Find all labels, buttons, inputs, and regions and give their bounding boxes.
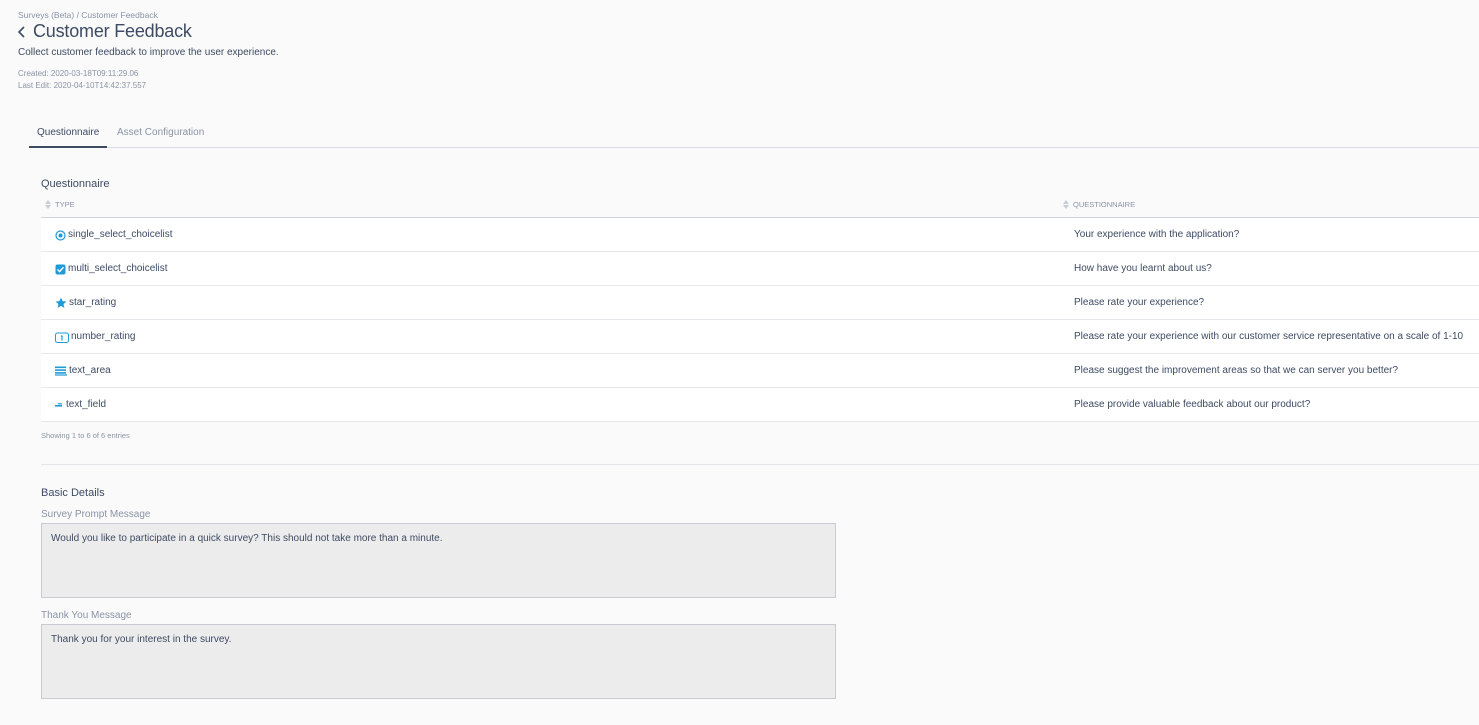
row-type: single_select_choicelist <box>68 229 173 240</box>
table-header: TYPE QUESTIONNAIRE <box>41 193 1479 218</box>
page-description: Collect customer feedback to improve the… <box>18 47 279 58</box>
row-type: number_rating <box>71 331 136 342</box>
survey-prompt-textarea[interactable]: Would you like to participate in a quick… <box>41 523 836 598</box>
table-row[interactable]: number_rating Please rate your experienc… <box>41 320 1479 354</box>
row-type: text_field <box>66 399 107 410</box>
table-row[interactable]: star_rating Please rate your experience? <box>41 286 1479 320</box>
row-question: Your experience with the application? <box>1074 229 1240 240</box>
row-question: Please provide valuable feedback about o… <box>1074 399 1311 410</box>
thank-you-label: Thank You Message <box>41 610 132 621</box>
last-edit-timestamp: Last Edit: 2020-04-10T14:42:37.557 <box>18 81 147 90</box>
created-timestamp: Created: 2020-03-18T09:11:29.06 <box>18 69 139 78</box>
questionnaire-section-title: Questionnaire <box>41 178 110 190</box>
table-row[interactable]: single_select_choicelist Your experience… <box>41 218 1479 252</box>
table-row[interactable]: text_area Please suggest the improvement… <box>41 354 1479 388</box>
column-header-questionnaire[interactable]: QUESTIONNAIRE <box>1063 200 1135 209</box>
text-field-icon <box>55 401 64 409</box>
table-row[interactable]: multi_select_choicelist How have you lea… <box>41 252 1479 286</box>
tab-questionnaire[interactable]: Questionnaire <box>29 123 108 148</box>
table-entries-info: Showing 1 to 6 of 6 entries <box>41 431 130 440</box>
basic-details-title: Basic Details <box>41 487 105 499</box>
chevron-left-icon[interactable] <box>17 22 31 42</box>
sort-icon <box>1063 200 1069 209</box>
breadcrumb[interactable]: Surveys (Beta) / Customer Feedback <box>18 10 158 20</box>
row-question: How have you learnt about us? <box>1074 263 1212 274</box>
questionnaire-table: TYPE QUESTIONNAIRE single_select_choicel… <box>41 193 1479 422</box>
star-icon <box>55 297 67 309</box>
thank-you-textarea[interactable]: Thank you for your interest in the surve… <box>41 624 836 699</box>
section-divider <box>41 464 1479 465</box>
sort-icon <box>45 200 51 209</box>
row-type: star_rating <box>69 297 117 308</box>
row-type: multi_select_choicelist <box>68 263 168 274</box>
radio-icon <box>55 229 66 241</box>
table-row[interactable]: text_field Please provide valuable feedb… <box>41 388 1479 422</box>
page-title: Customer Feedback <box>33 21 192 41</box>
tab-bar: Questionnaire Asset Configuration <box>29 123 1479 148</box>
row-question: Please rate your experience? <box>1074 297 1205 308</box>
survey-detail-page: Surveys (Beta) / Customer Feedback Custo… <box>0 0 1479 725</box>
text-area-icon <box>55 366 67 376</box>
column-header-label: TYPE <box>55 200 75 209</box>
column-header-type[interactable]: TYPE <box>45 200 75 209</box>
column-header-label: QUESTIONNAIRE <box>1073 200 1136 209</box>
row-question: Please rate your experience with our cus… <box>1074 331 1464 342</box>
tab-asset-configuration[interactable]: Asset Configuration <box>109 123 212 148</box>
row-question: Please suggest the improvement areas so … <box>1074 365 1399 376</box>
number-icon <box>55 332 69 343</box>
row-type: text_area <box>69 365 111 376</box>
title-row: Customer Feedback <box>17 21 192 42</box>
checkbox-icon <box>55 264 66 275</box>
survey-prompt-label: Survey Prompt Message <box>41 509 151 520</box>
